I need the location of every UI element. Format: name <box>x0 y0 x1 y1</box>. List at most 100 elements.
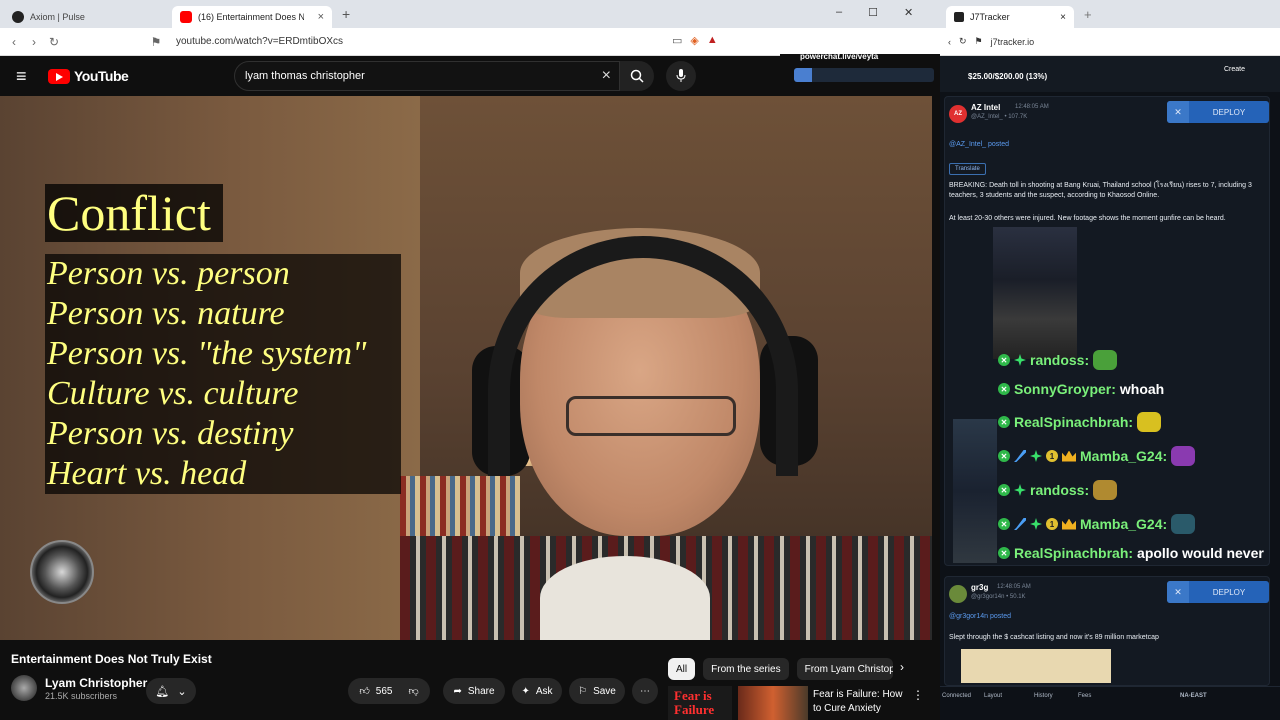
chip-all[interactable]: All <box>668 658 696 680</box>
minimize-icon[interactable]: – <box>836 6 842 19</box>
post-text: At least 20-30 others were injured. New … <box>949 215 1226 222</box>
close-window-icon[interactable]: ✕ <box>904 6 913 19</box>
recommended-title[interactable]: Fear is Failure: How to Cure Anxiety <box>813 688 913 716</box>
overlay-item: Person vs. nature <box>47 295 285 332</box>
powerchat-progress <box>794 68 934 82</box>
url-field[interactable]: j7tracker.io <box>991 37 1035 47</box>
post-author[interactable]: gr3g <box>971 583 988 592</box>
moderator-badge-icon: ✕ <box>998 518 1010 530</box>
emote-icon <box>1093 350 1118 370</box>
post-author[interactable]: AZ Intel <box>971 103 1000 112</box>
j7-favicon-icon <box>954 12 964 22</box>
chevron-right-icon[interactable]: › <box>900 660 904 674</box>
thumbs-down-icon[interactable]: 👎︎ <box>408 685 418 697</box>
chat-text: apollo would never <box>1137 545 1264 561</box>
translate-button[interactable]: Translate <box>949 163 986 175</box>
region-label: NA-EAST <box>1180 693 1207 699</box>
emote-icon <box>1171 446 1196 466</box>
reload-icon[interactable]: ↻ <box>44 35 64 49</box>
right-browser-window: J7Tracker × + ‹ ↻ ⚑ j7tracker.io $25.00/… <box>940 0 1280 720</box>
bookmark-icon[interactable]: ⚑ <box>975 36 983 47</box>
brave-shield-icon[interactable]: ◈ <box>690 34 698 47</box>
chat-username[interactable]: randoss: <box>1030 482 1089 498</box>
powerchat-progress-fill <box>794 68 813 82</box>
like-button[interactable]: 👍︎ 565 👎︎ <box>348 678 430 704</box>
back-icon[interactable]: ‹ <box>948 37 951 47</box>
overlay-item: Person vs. person <box>47 255 290 292</box>
video-player[interactable]: Conflict Person vs. person Person vs. na… <box>0 96 932 640</box>
clear-search-icon[interactable]: × <box>602 67 611 85</box>
chat-username[interactable]: RealSpinachbrah: <box>1014 545 1133 561</box>
forward-icon[interactable]: › <box>24 35 44 49</box>
recommended-video[interactable]: Fear is Failure <box>668 686 808 720</box>
chat-username[interactable]: Mamba_G24: <box>1080 448 1167 464</box>
tab-label: J7Tracker <box>970 12 1010 22</box>
search-button[interactable] <box>620 61 654 91</box>
thumbs-up-icon: 👍︎ <box>359 686 370 697</box>
moderator-badge-icon: ✕ <box>998 416 1010 428</box>
more-vertical-icon[interactable]: ⋮ <box>912 688 924 702</box>
search-input[interactable]: lyam thomas christopher × <box>234 61 620 91</box>
posted-label[interactable]: @gr3gor14n posted <box>949 613 1011 620</box>
chat-message: ✕ SonnyGroyper: whoah <box>998 381 1164 397</box>
close-tab-icon[interactable]: × <box>318 11 324 23</box>
deploy-button[interactable]: ✕ DEPLOY <box>1167 581 1269 603</box>
new-tab-icon[interactable]: + <box>1084 7 1092 22</box>
tab-axiom[interactable]: Axiom | Pulse <box>4 6 168 28</box>
back-icon[interactable]: ‹ <box>4 35 24 49</box>
powerchat-progress-text: $25.00/$200.00 (13%) <box>968 72 1048 81</box>
maximize-icon[interactable]: ☐ <box>868 6 878 19</box>
right-tab-bar: J7Tracker × + <box>940 0 1280 28</box>
tab-label: (16) Entertainment Does Not <box>198 12 304 22</box>
tab-youtube[interactable]: (16) Entertainment Does Not × <box>172 6 332 28</box>
history-button[interactable]: History <box>1034 693 1053 699</box>
channel-avatar[interactable] <box>11 675 37 701</box>
fees-button[interactable]: Fees <box>1078 693 1091 699</box>
video-title: Entertainment Does Not Truly Exist <box>11 652 212 666</box>
chat-message: ✕ randoss: <box>998 350 1118 370</box>
chevron-down-icon: ⌄ <box>177 685 187 698</box>
overlay-item: Person vs. "the system" <box>47 335 367 372</box>
post-video-thumbnail[interactable] <box>993 227 1077 359</box>
chat-username[interactable]: RealSpinachbrah: <box>1014 414 1133 430</box>
notification-bell-button[interactable]: 🔔︎ ⌄ <box>146 678 196 704</box>
channel-name[interactable]: Lyam Christopher <box>45 676 147 690</box>
chat-username[interactable]: Mamba_G24: <box>1080 516 1167 532</box>
tracker-toolbar: $25.00/$200.00 (13%) <box>940 56 1280 92</box>
video-info: Entertainment Does Not Truly Exist Lyam … <box>0 640 932 720</box>
post-avatar: AZ <box>949 105 967 123</box>
share-button[interactable]: ➦ Share <box>443 678 505 704</box>
youtube-logo[interactable]: YouTube <box>48 68 129 84</box>
bookmark-icon[interactable]: ⚑ <box>146 35 166 49</box>
feed-post: gr3g 12:48:05 AM @gr3gor14n • 50.1K ✕ DE… <box>944 576 1270 686</box>
chat-username[interactable]: SonnyGroyper: <box>1014 381 1116 397</box>
create-button[interactable]: Create <box>1224 66 1245 73</box>
recommended-thumbnail: Fear is Failure <box>668 686 732 720</box>
close-tab-icon[interactable]: × <box>1060 12 1066 23</box>
chat-message: ✕ RealSpinachbrah: apollo would never <box>998 545 1264 561</box>
reload-icon[interactable]: ↻ <box>959 36 967 47</box>
deploy-button[interactable]: ✕ DEPLOY <box>1167 101 1269 123</box>
extension-icons: ▭ ◈ ▲ <box>672 34 718 47</box>
layout-button[interactable]: Layout <box>984 693 1002 699</box>
new-tab-icon[interactable]: + <box>342 6 350 22</box>
post-image[interactable] <box>961 649 1111 683</box>
cast-icon[interactable]: ▭ <box>672 34 682 47</box>
tab-label: Axiom | Pulse <box>30 12 85 22</box>
tab-j7tracker[interactable]: J7Tracker × <box>946 6 1074 28</box>
sparkle-badge-icon <box>1014 354 1026 366</box>
url-field[interactable]: youtube.com/watch?v=ERDmtibOXcs <box>176 36 343 47</box>
save-button[interactable]: ⚐ Save <box>569 678 625 704</box>
ask-button[interactable]: ✦ Ask <box>512 678 562 704</box>
voice-search-button[interactable] <box>666 61 696 91</box>
chip-from-channel[interactable]: From Lyam Christoph <box>796 658 893 680</box>
menu-icon[interactable]: ≡ <box>16 66 34 87</box>
warning-extension-icon[interactable]: ▲ <box>707 34 718 47</box>
more-actions-button[interactable]: ⋯ <box>632 678 658 704</box>
chat-username[interactable]: randoss: <box>1030 352 1089 368</box>
posted-label[interactable]: @AZ_Intel_ posted <box>949 141 1009 148</box>
x-icon: ✕ <box>1167 101 1189 123</box>
post-handle: @gr3gor14n • 50.1K <box>971 594 1026 600</box>
chip-from-series[interactable]: From the series <box>703 658 789 680</box>
ask-label: Ask <box>535 685 553 697</box>
